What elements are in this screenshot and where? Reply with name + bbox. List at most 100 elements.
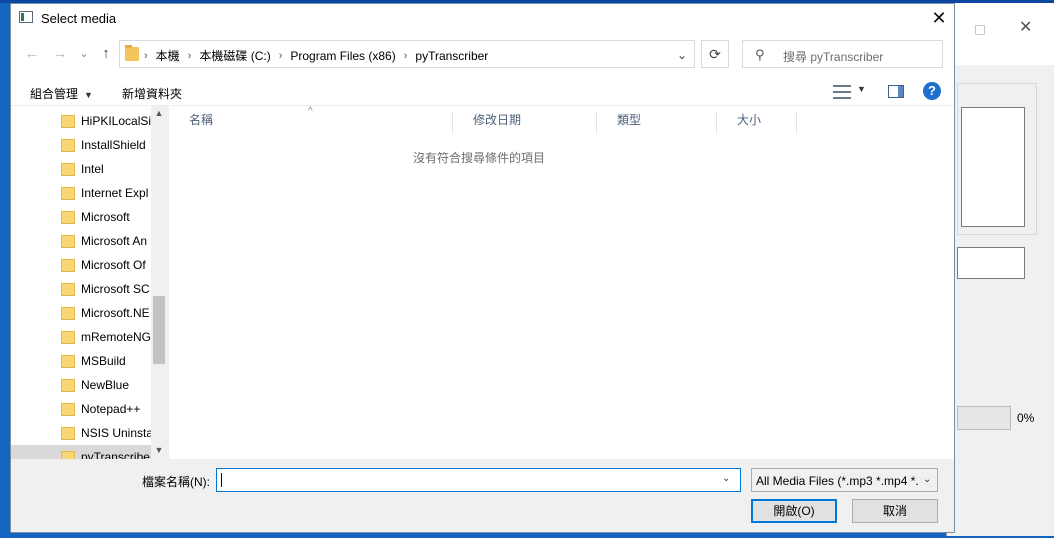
filename-label: 檔案名稱(N): (142, 475, 210, 489)
background-app-window: ✕ 0% (946, 3, 1054, 536)
tree-item-label: pyTranscribe (81, 450, 150, 459)
caret-down-icon[interactable]: ▼ (857, 84, 866, 94)
folder-icon (61, 450, 75, 459)
tree-item[interactable]: Microsoft An (11, 229, 151, 253)
tree-item[interactable]: pyTranscribe (11, 445, 151, 459)
folder-icon (61, 306, 75, 320)
folder-icon (61, 402, 75, 416)
tree-item[interactable]: Microsoft.NE (11, 301, 151, 325)
tree-item-label: MSBuild (81, 354, 126, 368)
folder-icon (61, 234, 75, 248)
tree-item[interactable]: Microsoft (11, 205, 151, 229)
search-placeholder: 搜尋 pyTranscriber (783, 50, 884, 64)
folder-icon (61, 162, 75, 176)
tree-item-label: Internet Expl (81, 186, 149, 200)
chevron-right-icon[interactable]: › (404, 50, 408, 62)
maximize-icon[interactable] (975, 25, 985, 35)
new-folder-label: 新增資料夾 (122, 87, 183, 101)
tree-item[interactable]: Notepad++ (11, 397, 151, 421)
background-input[interactable] (957, 247, 1025, 279)
tree-scrollbar[interactable]: ▲ ▼ (151, 106, 167, 459)
tree-item-label: NSIS Uninsta (81, 426, 151, 440)
progress-percent: 0% (1017, 411, 1035, 425)
tree-item-label: Microsoft (81, 210, 130, 224)
chevron-right-icon[interactable]: › (144, 50, 148, 62)
column-header-type[interactable]: 類型 (597, 112, 717, 134)
cancel-button[interactable]: 取消 (852, 499, 938, 523)
select-media-dialog: Select media ✕ ← → ⌄ ↑ › 本機 › 本機磁碟 (C:) … (10, 3, 955, 533)
filename-input[interactable]: ⌄ (216, 468, 741, 492)
close-icon[interactable]: ✕ (1019, 19, 1033, 37)
forward-arrow-icon[interactable]: → (49, 44, 71, 64)
view-options-icon[interactable] (833, 85, 851, 99)
filetype-value: All Media Files (*.mp3 *.mp4 *.wav *.m4a… (756, 474, 918, 488)
close-button[interactable]: ✕ (927, 6, 951, 30)
dialog-title: Select media (41, 11, 117, 26)
folder-icon (61, 354, 75, 368)
tree-item-label: Notepad++ (81, 402, 141, 416)
up-arrow-icon[interactable]: ↑ (95, 44, 117, 64)
scrollbar-thumb[interactable] (153, 296, 165, 364)
empty-message: 沒有符合搜尋條件的項目 (412, 151, 545, 165)
progress-bar (957, 406, 1011, 430)
search-input[interactable]: ⚲ 搜尋 pyTranscriber (742, 40, 943, 68)
chevron-right-icon[interactable]: › (188, 50, 192, 62)
filetype-select[interactable]: All Media Files (*.mp3 *.mp4 *.wav *.m4a… (751, 468, 938, 492)
folder-icon (61, 138, 75, 152)
folder-icon (61, 210, 75, 224)
tree-item[interactable]: Internet Expl (11, 181, 151, 205)
breadcrumb-item[interactable]: Program Files (x86) (290, 49, 395, 63)
text-caret (221, 473, 222, 487)
chevron-down-icon[interactable]: ⌄ (722, 473, 730, 484)
recent-locations-chevron-icon[interactable]: ⌄ (73, 44, 95, 64)
dialog-titlebar: Select media ✕ (11, 4, 954, 32)
refresh-button[interactable]: ⟳ (701, 40, 729, 68)
tree-item[interactable]: Microsoft SC (11, 277, 151, 301)
tree-item-label: NewBlue (81, 378, 130, 392)
breadcrumb-item[interactable]: 本機 (156, 47, 180, 64)
navigation-bar: ← → ⌄ ↑ › 本機 › 本機磁碟 (C:) › Program Files… (11, 32, 954, 76)
column-header-size[interactable]: 大小 (717, 112, 797, 134)
background-text-area[interactable] (961, 107, 1025, 227)
new-folder-button[interactable]: 新增資料夾 (122, 85, 182, 102)
chevron-down-icon: ⌄ (923, 474, 932, 485)
breadcrumb: › 本機 › 本機磁碟 (C:) › Program Files (x86) ›… (144, 47, 488, 64)
address-bar[interactable]: › 本機 › 本機磁碟 (C:) › Program Files (x86) ›… (119, 40, 695, 68)
back-arrow-icon[interactable]: ← (21, 44, 43, 64)
tree-item[interactable]: NSIS Uninsta (11, 421, 151, 445)
folder-icon (61, 426, 75, 440)
open-button[interactable]: 開啟(O) (751, 499, 837, 523)
folder-icon (61, 282, 75, 296)
tree-item[interactable]: mRemoteNG (11, 325, 151, 349)
tree-item[interactable]: Microsoft Of (11, 253, 151, 277)
tree-item[interactable]: HiPKILocalSi (11, 109, 151, 133)
tree-item-label: Microsoft.NE (81, 306, 150, 320)
column-header-name[interactable]: 名稱 (169, 112, 453, 134)
tree-item-label: Microsoft SC (81, 282, 150, 296)
organize-menu[interactable]: 組合管理 ▼ (30, 85, 93, 102)
tree-item-label: Intel (81, 162, 104, 176)
tree-item-label: InstallShield (81, 138, 146, 152)
chevron-down-icon[interactable]: ⌄ (673, 46, 691, 64)
folder-icon (61, 114, 75, 128)
preview-pane-icon[interactable] (888, 85, 904, 98)
scroll-up-icon[interactable]: ▲ (151, 108, 167, 122)
breadcrumb-item[interactable]: 本機磁碟 (C:) (199, 47, 270, 64)
column-header-modified[interactable]: 修改日期 (453, 112, 597, 134)
file-list[interactable]: ^ 名稱 修改日期 類型 大小 沒有符合搜尋條件的項目 (169, 106, 954, 459)
tree-item-label: Microsoft An (81, 234, 148, 248)
tree-item[interactable]: NewBlue (11, 373, 151, 397)
tree-item[interactable]: MSBuild (11, 349, 151, 373)
folder-icon (125, 45, 139, 61)
tree-item[interactable]: InstallShield (11, 133, 151, 157)
app-icon (19, 11, 33, 23)
folder-icon (61, 186, 75, 200)
tree-item[interactable]: Intel (11, 157, 151, 181)
chevron-right-icon[interactable]: › (279, 50, 283, 62)
search-icon: ⚲ (755, 47, 765, 62)
help-icon[interactable]: ? (923, 82, 941, 100)
breadcrumb-item[interactable]: pyTranscriber (415, 49, 488, 63)
folder-icon (61, 378, 75, 392)
organize-label: 組合管理 (30, 87, 79, 101)
scroll-down-icon[interactable]: ▼ (151, 445, 167, 459)
